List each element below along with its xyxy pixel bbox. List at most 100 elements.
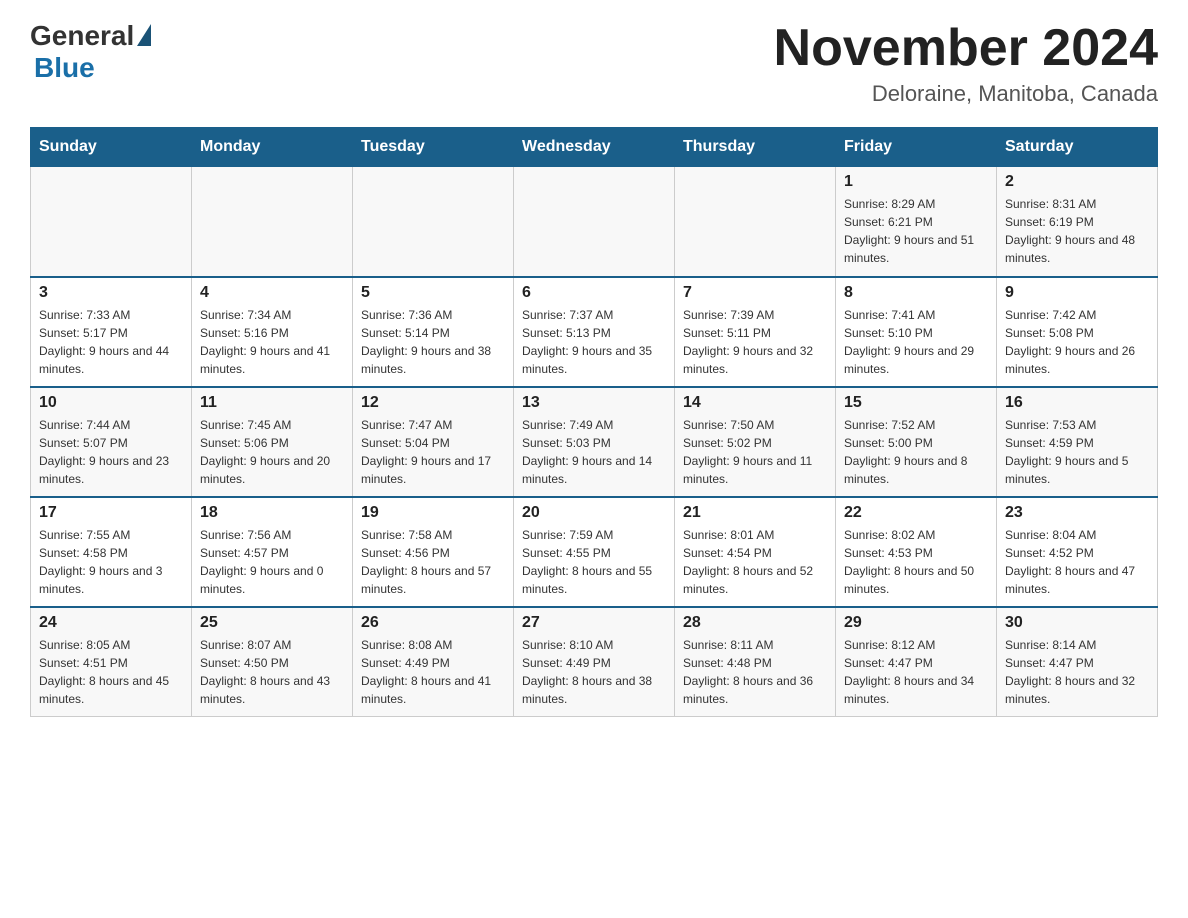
calendar-cell: 17 Sunrise: 7:55 AMSunset: 4:58 PMDayligh… — [31, 497, 192, 607]
calendar-cell: 2Sunrise: 8:31 AMSunset: 6:19 PMDaylight… — [997, 167, 1158, 277]
day-number: 25 — [200, 614, 344, 632]
calendar-row: 1 Sunrise: 8:29 AMSunset: 6:21 PMDaylight… — [31, 167, 1158, 277]
weekday-header-row: SundayMondayTuesdayWednesdayThursdayFrid… — [31, 128, 1158, 167]
weekday-header-friday: Friday — [836, 128, 997, 167]
day-number: 15 — [844, 394, 988, 412]
day-number: 16 — [1005, 394, 1149, 412]
weekday-header-sunday: Sunday — [31, 128, 192, 167]
day-info: Sunrise: 7:50 AMSunset: 5:02 PMDaylight:… — [683, 416, 827, 488]
day-number: 29 — [844, 614, 988, 632]
day-info: Sunrise: 7:53 AMSunset: 4:59 PMDaylight:… — [1005, 416, 1149, 488]
calendar-cell — [353, 167, 514, 277]
day-info: Sunrise: 7:44 AMSunset: 5:07 PMDaylight:… — [39, 416, 183, 488]
day-info: Sunrise: 8:02 AMSunset: 4:53 PMDaylight:… — [844, 526, 988, 598]
day-info: Sunrise: 8:12 AMSunset: 4:47 PMDaylight:… — [844, 636, 988, 708]
title-area: November 2024 Deloraine, Manitoba, Canad… — [774, 20, 1158, 107]
calendar-cell: 27 Sunrise: 8:10 AMSunset: 4:49 PMDayligh… — [514, 607, 675, 717]
day-number: 6 — [522, 284, 666, 302]
day-number: 4 — [200, 284, 344, 302]
day-info: Sunrise: 7:37 AMSunset: 5:13 PMDaylight:… — [522, 306, 666, 378]
location: Deloraine, Manitoba, Canada — [774, 81, 1158, 107]
day-info: Sunrise: 7:36 AMSunset: 5:14 PMDaylight:… — [361, 306, 505, 378]
day-number: 14 — [683, 394, 827, 412]
calendar-row: 17 Sunrise: 7:55 AMSunset: 4:58 PMDayligh… — [31, 497, 1158, 607]
day-number: 12 — [361, 394, 505, 412]
day-number: 2 — [1005, 173, 1149, 191]
day-number: 19 — [361, 504, 505, 522]
day-info: Sunrise: 8:08 AMSunset: 4:49 PMDaylight:… — [361, 636, 505, 708]
day-number: 28 — [683, 614, 827, 632]
day-number: 8 — [844, 284, 988, 302]
day-number: 10 — [39, 394, 183, 412]
day-info: Sunrise: 7:52 AMSunset: 5:00 PMDaylight:… — [844, 416, 988, 488]
calendar-cell: 11 Sunrise: 7:45 AMSunset: 5:06 PMDayligh… — [192, 387, 353, 497]
calendar-cell: 5 Sunrise: 7:36 AMSunset: 5:14 PMDaylight… — [353, 277, 514, 387]
calendar-cell: 19Sunrise: 7:58 AMSunset: 4:56 PMDayligh… — [353, 497, 514, 607]
day-number: 27 — [522, 614, 666, 632]
day-info: Sunrise: 7:47 AMSunset: 5:04 PMDaylight:… — [361, 416, 505, 488]
weekday-header-thursday: Thursday — [675, 128, 836, 167]
calendar-cell: 1 Sunrise: 8:29 AMSunset: 6:21 PMDaylight… — [836, 167, 997, 277]
calendar-cell: 3 Sunrise: 7:33 AMSunset: 5:17 PMDaylight… — [31, 277, 192, 387]
calendar-cell — [192, 167, 353, 277]
calendar-cell: 20Sunrise: 7:59 AMSunset: 4:55 PMDayligh… — [514, 497, 675, 607]
day-number: 13 — [522, 394, 666, 412]
calendar-cell: 28Sunrise: 8:11 AMSunset: 4:48 PMDayligh… — [675, 607, 836, 717]
day-info: Sunrise: 8:04 AMSunset: 4:52 PMDaylight:… — [1005, 526, 1149, 598]
day-info: Sunrise: 7:45 AMSunset: 5:06 PMDaylight:… — [200, 416, 344, 488]
day-info: Sunrise: 7:33 AMSunset: 5:17 PMDaylight:… — [39, 306, 183, 378]
logo-triangle-icon — [137, 24, 151, 46]
weekday-header-tuesday: Tuesday — [353, 128, 514, 167]
calendar-cell: 30 Sunrise: 8:14 AMSunset: 4:47 PMDayligh… — [997, 607, 1158, 717]
month-title: November 2024 — [774, 20, 1158, 77]
page-header: General Blue November 2024 Deloraine, Ma… — [30, 20, 1158, 107]
calendar-cell: 12 Sunrise: 7:47 AMSunset: 5:04 PMDayligh… — [353, 387, 514, 497]
day-info: Sunrise: 7:56 AMSunset: 4:57 PMDaylight:… — [200, 526, 344, 598]
day-info: Sunrise: 7:55 AMSunset: 4:58 PMDaylight:… — [39, 526, 183, 598]
day-number: 23 — [1005, 504, 1149, 522]
day-number: 1 — [844, 173, 988, 191]
day-number: 5 — [361, 284, 505, 302]
day-number: 30 — [1005, 614, 1149, 632]
calendar-cell: 4 Sunrise: 7:34 AMSunset: 5:16 PMDaylight… — [192, 277, 353, 387]
day-number: 9 — [1005, 284, 1149, 302]
day-info: Sunrise: 7:39 AMSunset: 5:11 PMDaylight:… — [683, 306, 827, 378]
day-info: Sunrise: 8:10 AMSunset: 4:49 PMDaylight:… — [522, 636, 666, 708]
day-info: Sunrise: 8:05 AMSunset: 4:51 PMDaylight:… — [39, 636, 183, 708]
day-number: 11 — [200, 394, 344, 412]
calendar-row: 3 Sunrise: 7:33 AMSunset: 5:17 PMDaylight… — [31, 277, 1158, 387]
calendar-cell: 14 Sunrise: 7:50 AMSunset: 5:02 PMDayligh… — [675, 387, 836, 497]
day-info: Sunrise: 7:49 AMSunset: 5:03 PMDaylight:… — [522, 416, 666, 488]
calendar-cell: 29 Sunrise: 8:12 AMSunset: 4:47 PMDayligh… — [836, 607, 997, 717]
calendar-cell: 7 Sunrise: 7:39 AMSunset: 5:11 PMDaylight… — [675, 277, 836, 387]
calendar-cell: 26Sunrise: 8:08 AMSunset: 4:49 PMDayligh… — [353, 607, 514, 717]
weekday-header-saturday: Saturday — [997, 128, 1158, 167]
calendar-cell — [514, 167, 675, 277]
day-number: 17 — [39, 504, 183, 522]
day-number: 3 — [39, 284, 183, 302]
day-number: 7 — [683, 284, 827, 302]
day-number: 21 — [683, 504, 827, 522]
day-info: Sunrise: 7:42 AMSunset: 5:08 PMDaylight:… — [1005, 306, 1149, 378]
calendar-cell: 10 Sunrise: 7:44 AMSunset: 5:07 PMDayligh… — [31, 387, 192, 497]
calendar-cell: 24 Sunrise: 8:05 AMSunset: 4:51 PMDayligh… — [31, 607, 192, 717]
calendar-cell — [675, 167, 836, 277]
day-number: 24 — [39, 614, 183, 632]
calendar-cell: 8Sunrise: 7:41 AMSunset: 5:10 PMDaylight… — [836, 277, 997, 387]
weekday-header-wednesday: Wednesday — [514, 128, 675, 167]
calendar-cell: 6 Sunrise: 7:37 AMSunset: 5:13 PMDaylight… — [514, 277, 675, 387]
day-info: Sunrise: 7:34 AMSunset: 5:16 PMDaylight:… — [200, 306, 344, 378]
calendar-cell: 21 Sunrise: 8:01 AMSunset: 4:54 PMDayligh… — [675, 497, 836, 607]
calendar-cell: 22Sunrise: 8:02 AMSunset: 4:53 PMDayligh… — [836, 497, 997, 607]
day-info: Sunrise: 8:29 AMSunset: 6:21 PMDaylight:… — [844, 195, 988, 267]
calendar-cell: 15 Sunrise: 7:52 AMSunset: 5:00 PMDayligh… — [836, 387, 997, 497]
day-info: Sunrise: 8:01 AMSunset: 4:54 PMDaylight:… — [683, 526, 827, 598]
calendar-cell: 25Sunrise: 8:07 AMSunset: 4:50 PMDayligh… — [192, 607, 353, 717]
logo-general: General — [30, 20, 134, 52]
calendar-cell — [31, 167, 192, 277]
day-info: Sunrise: 7:59 AMSunset: 4:55 PMDaylight:… — [522, 526, 666, 598]
logo: General Blue — [30, 20, 151, 84]
weekday-header-monday: Monday — [192, 128, 353, 167]
day-info: Sunrise: 8:14 AMSunset: 4:47 PMDaylight:… — [1005, 636, 1149, 708]
day-number: 18 — [200, 504, 344, 522]
